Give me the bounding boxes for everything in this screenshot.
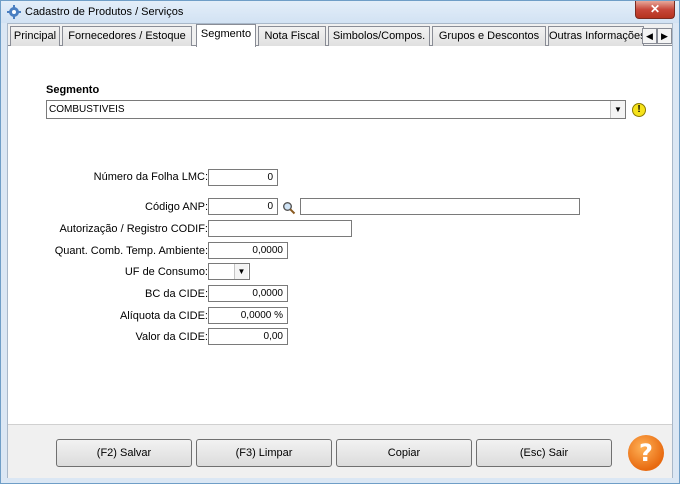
main-window: Cadastro de Produtos / Serviços ✕ Princi… bbox=[0, 0, 680, 484]
segmento-value: COMBUSTIVEIS bbox=[49, 104, 125, 115]
aliquota-cide-input[interactable]: 0,0000 % bbox=[208, 307, 288, 324]
codif-input[interactable] bbox=[208, 220, 352, 237]
folha-lmc-label: Número da Folha LMC: bbox=[93, 171, 208, 183]
bc-cide-input[interactable]: 0,0000 bbox=[208, 285, 288, 302]
uf-consumo-label: UF de Consumo: bbox=[124, 266, 208, 278]
quant-comb-input[interactable]: 0,0000 bbox=[208, 242, 288, 259]
tab-segmento[interactable]: Segmento bbox=[196, 24, 256, 47]
search-icon[interactable] bbox=[282, 201, 296, 215]
exit-button[interactable]: (Esc) Sair bbox=[476, 439, 612, 467]
quant-comb-label: Quant. Comb. Temp. Ambiente: bbox=[54, 245, 208, 257]
help-icon[interactable]: ? bbox=[628, 435, 664, 471]
copy-button[interactable]: Copiar bbox=[336, 439, 472, 467]
segmento-panel: Segmento COMBUSTIVEIS ▼ ! Número da Folh… bbox=[8, 46, 672, 424]
client-area: Principal Fornecedores / Estoque Segment… bbox=[7, 23, 673, 478]
close-button[interactable]: ✕ bbox=[635, 1, 675, 19]
codigo-anp-label: Código ANP: bbox=[145, 201, 208, 213]
window-title: Cadastro de Produtos / Serviços bbox=[25, 6, 184, 18]
valor-cide-input[interactable]: 0,00 bbox=[208, 328, 288, 345]
segmento-label: Segmento bbox=[46, 84, 100, 96]
folha-lmc-input[interactable]: 0 bbox=[208, 169, 278, 186]
tab-fornecedores-estoque[interactable]: Fornecedores / Estoque bbox=[62, 26, 192, 46]
tab-scroll-left-icon[interactable]: ◀ bbox=[642, 28, 657, 44]
chevron-down-icon[interactable]: ▼ bbox=[610, 101, 625, 118]
bc-cide-label: BC da CIDE: bbox=[145, 288, 208, 300]
uf-chevron-down-icon[interactable]: ▼ bbox=[234, 264, 248, 279]
tab-nota-fiscal[interactable]: Nota Fiscal bbox=[258, 26, 326, 46]
title-bar[interactable]: Cadastro de Produtos / Serviços ✕ bbox=[1, 1, 679, 23]
aliquota-cide-label: Alíquota da CIDE: bbox=[119, 310, 208, 322]
valor-cide-label: Valor da CIDE: bbox=[135, 331, 208, 343]
app-icon bbox=[7, 5, 21, 19]
tab-outras-informacoes[interactable]: Outras Informações bbox=[548, 26, 644, 46]
codigo-anp-input[interactable]: 0 bbox=[208, 198, 278, 215]
tab-grupos-descontos[interactable]: Grupos e Descontos bbox=[432, 26, 546, 46]
button-bar: (F2) Salvar (F3) Limpar Copiar (Esc) Sai… bbox=[8, 424, 672, 478]
clear-button[interactable]: (F3) Limpar bbox=[196, 439, 332, 467]
codif-label: Autorização / Registro CODIF: bbox=[59, 223, 208, 235]
tab-scroll-right-icon[interactable]: ▶ bbox=[657, 28, 672, 44]
warning-icon[interactable]: ! bbox=[632, 103, 646, 117]
tab-strip: Principal Fornecedores / Estoque Segment… bbox=[8, 24, 672, 47]
codigo-anp-description bbox=[300, 198, 580, 215]
save-button[interactable]: (F2) Salvar bbox=[56, 439, 192, 467]
tab-principal[interactable]: Principal bbox=[10, 26, 60, 46]
segmento-select[interactable]: COMBUSTIVEIS ▼ bbox=[46, 100, 626, 119]
tab-simbolos-compos[interactable]: Simbolos/Compos. bbox=[328, 26, 430, 46]
